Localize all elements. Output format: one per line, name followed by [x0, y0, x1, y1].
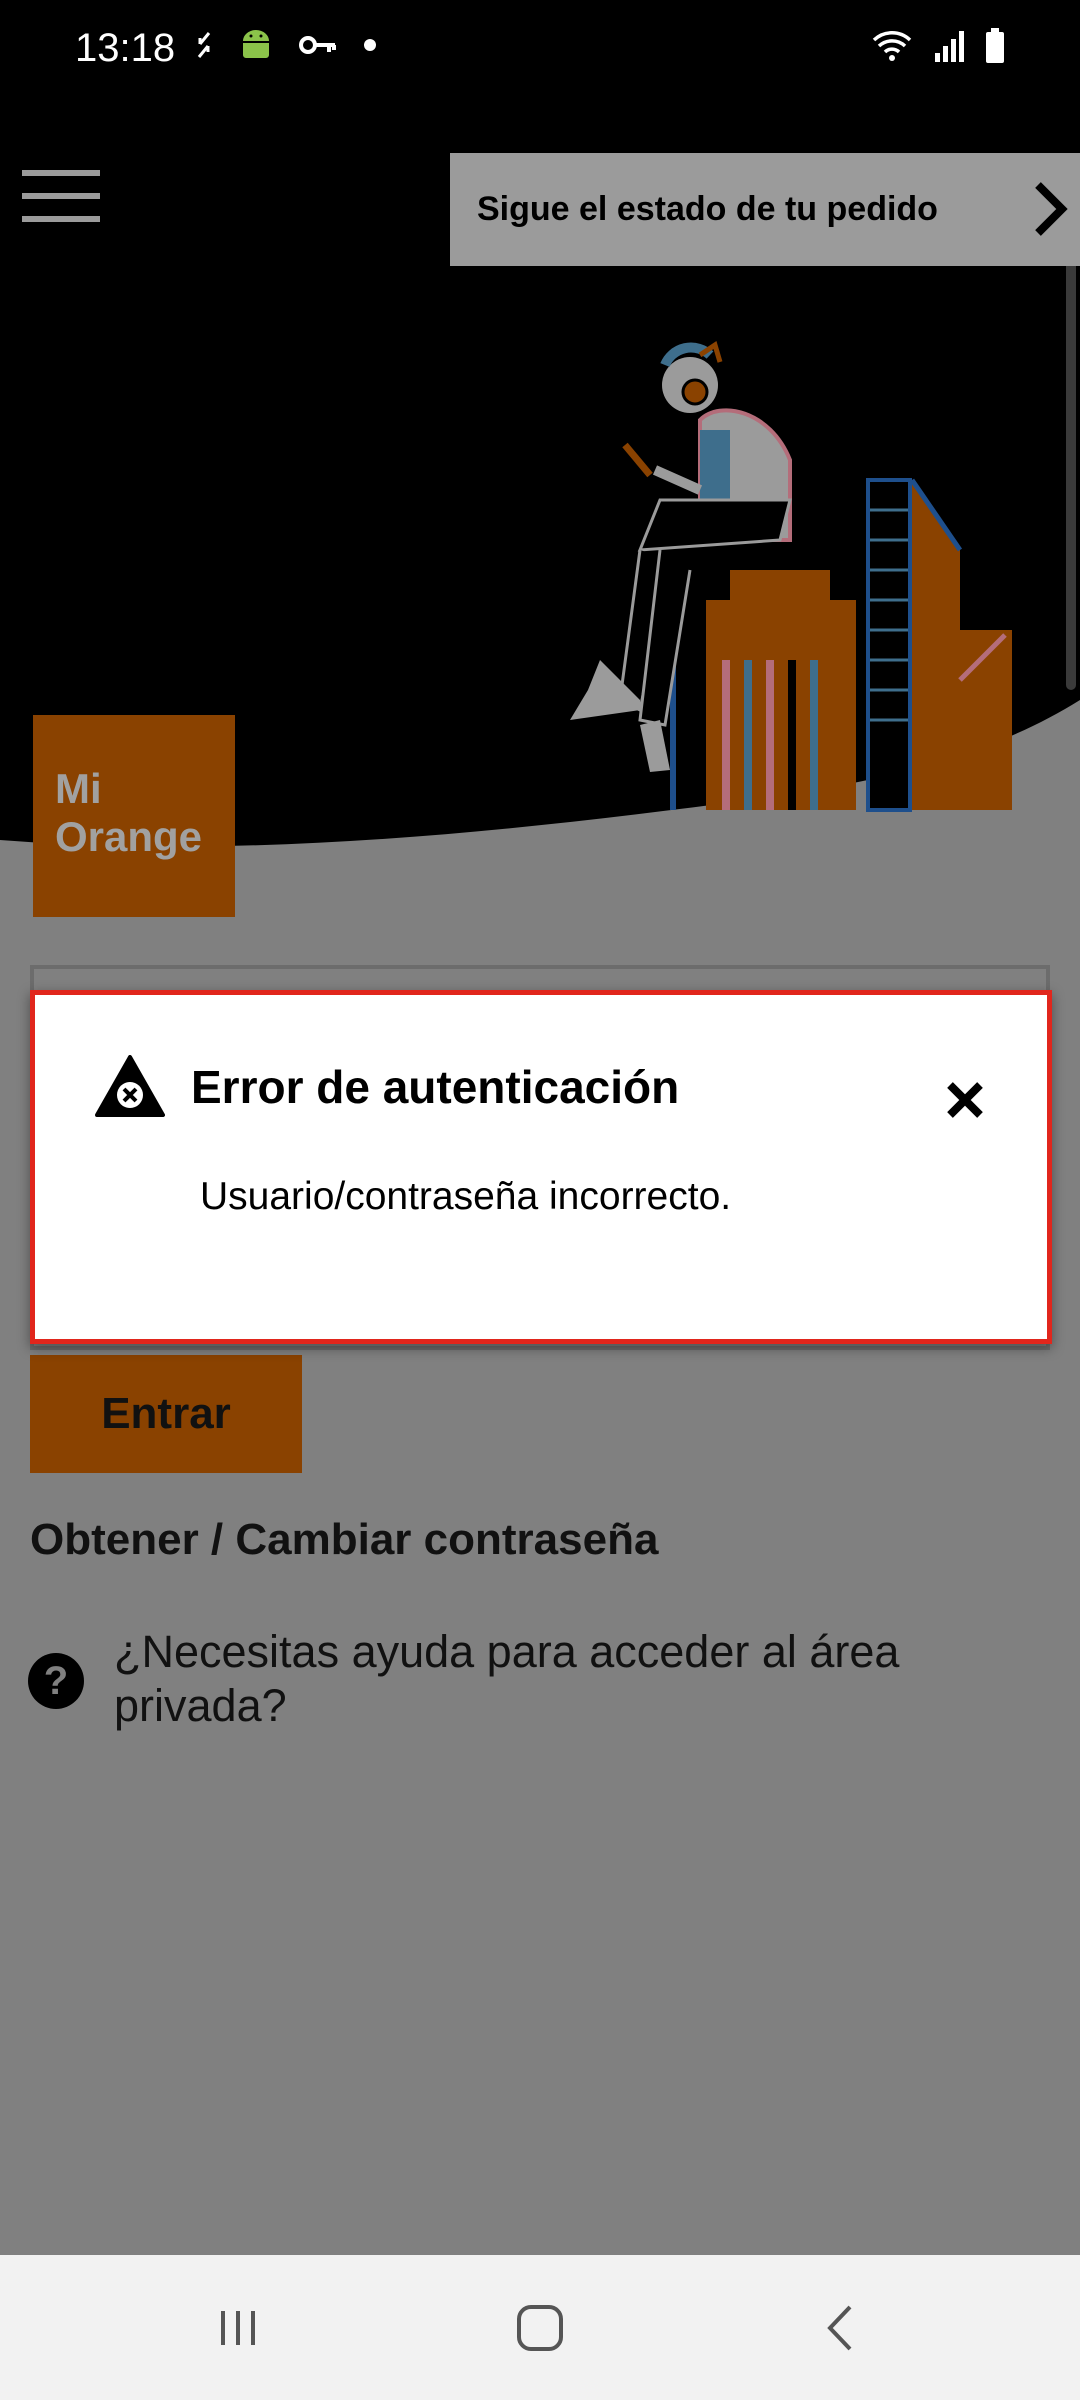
logo-line-1: Mi	[55, 765, 102, 812]
system-nav-bar	[0, 2255, 1080, 2400]
change-password-link[interactable]: Obtener / Cambiar contraseña	[30, 1515, 658, 1565]
enter-button[interactable]: Entrar	[30, 1355, 302, 1473]
status-bar: 13:18	[0, 0, 1080, 100]
error-dialog: Error de autenticación Usuario/contraseñ…	[30, 990, 1052, 1344]
signal-icon	[935, 31, 964, 62]
order-status-button[interactable]: Sigue el estado de tu pedido	[450, 153, 1080, 266]
key-icon	[299, 36, 336, 54]
dot-icon	[364, 39, 376, 51]
hamburger-menu-icon	[22, 170, 100, 176]
status-icons-right	[871, 28, 1005, 64]
warning-error-icon	[95, 1055, 165, 1117]
dialog-message: Usuario/contraseña incorrecto.	[200, 1175, 732, 1218]
dialog-title: Error de autenticación	[191, 1061, 680, 1113]
status-time: 13:18	[75, 26, 176, 70]
help-text: ¿Necesitas ayuda para acceder al área pr…	[114, 1626, 900, 1731]
battery-icon	[986, 28, 1004, 63]
back-icon[interactable]	[808, 2293, 878, 2363]
sync-off-icon	[197, 32, 211, 58]
order-status-label: Sigue el estado de tu pedido	[477, 190, 938, 228]
chevron-right-icon	[1035, 182, 1068, 236]
mi-orange-logo: Mi Orange	[33, 715, 235, 917]
home-icon[interactable]	[505, 2293, 575, 2363]
status-icons-left	[195, 28, 377, 62]
help-icon: ?	[28, 1653, 84, 1709]
recents-icon[interactable]	[203, 2293, 273, 2363]
android-icon	[243, 30, 269, 58]
logo-line-2: Orange	[55, 813, 203, 860]
close-icon[interactable]	[940, 1075, 990, 1125]
menu-button[interactable]	[22, 170, 100, 226]
wifi-icon	[872, 31, 912, 61]
